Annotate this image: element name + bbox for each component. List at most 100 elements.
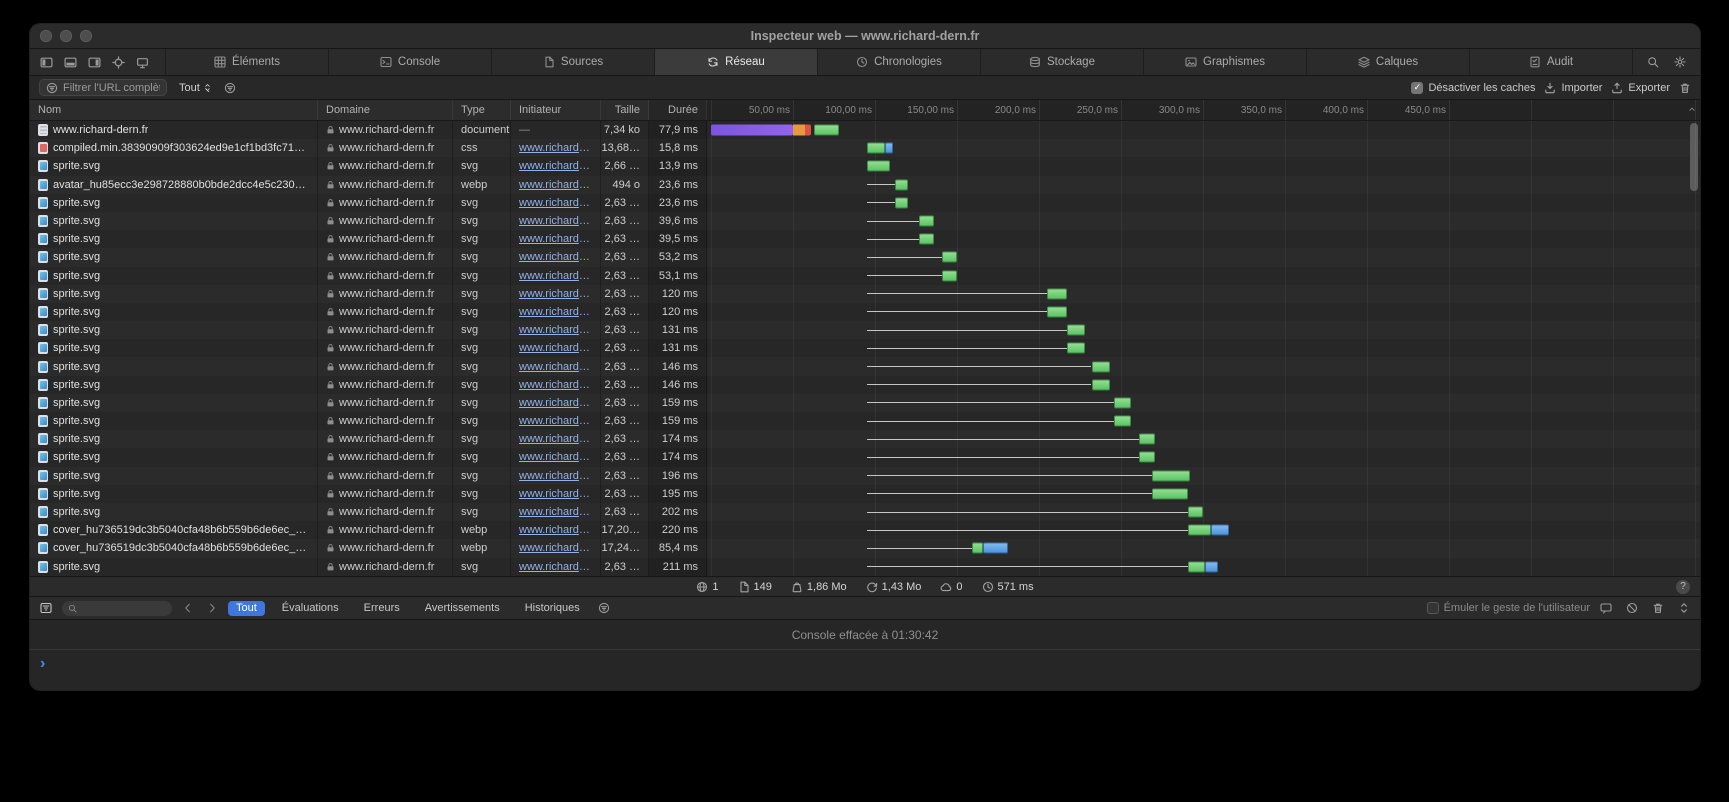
tab-chronologies[interactable]: Chronologies <box>817 49 980 75</box>
initiator-link[interactable]: www.richard-d… <box>519 160 592 172</box>
initiator-link[interactable]: www.richard-d… <box>519 524 592 536</box>
tab-stockage[interactable]: Stockage <box>980 49 1143 75</box>
initiator-link[interactable]: www.richard-d… <box>519 288 592 300</box>
resource-type-popup[interactable]: Tout <box>176 82 215 94</box>
table-row[interactable]: cover_hu736519dc3b5040cfa48b6b559b6de6ec… <box>30 521 1700 539</box>
column-header-taille[interactable]: Taille <box>601 100 649 120</box>
console-panel-button[interactable] <box>1600 602 1612 614</box>
table-row[interactable]: sprite.svgwww.richard-dern.frsvgwww.rich… <box>30 285 1700 303</box>
trash-console-button[interactable] <box>1652 602 1664 614</box>
minimize-button[interactable] <box>60 30 72 42</box>
target-icon[interactable] <box>112 56 125 69</box>
table-row[interactable]: sprite.svgwww.richard-dern.frsvgwww.rich… <box>30 485 1700 503</box>
initiator-link[interactable]: www.richard-d… <box>519 451 592 463</box>
console-back-button[interactable] <box>182 602 194 614</box>
initiator-link[interactable]: www.richard-d… <box>519 270 592 282</box>
initiator-link[interactable]: www.richard-d… <box>519 215 592 227</box>
initiator-link[interactable]: www.richard-d… <box>519 397 592 409</box>
table-row[interactable]: sprite.svgwww.richard-dern.frsvgwww.rich… <box>30 357 1700 375</box>
table-row[interactable]: compiled.min.38390909f303624ed9e1cf1bd3f… <box>30 139 1700 157</box>
table-row[interactable]: sprite.svgwww.richard-dern.frsvgwww.rich… <box>30 430 1700 448</box>
initiator-link[interactable]: www.richard-d… <box>519 361 592 373</box>
table-row[interactable]: sprite.svgwww.richard-dern.frsvgwww.rich… <box>30 394 1700 412</box>
tab-reseau[interactable]: Réseau <box>654 49 817 75</box>
pane-right-icon[interactable] <box>88 56 101 69</box>
url-filter-field[interactable] <box>39 79 167 96</box>
table-row[interactable]: sprite.svgwww.richard-dern.frsvgwww.rich… <box>30 267 1700 285</box>
clear-network-button[interactable] <box>1679 82 1691 94</box>
console-forward-button[interactable] <box>206 602 218 614</box>
column-header-nom[interactable]: Nom <box>30 100 318 120</box>
table-row[interactable]: sprite.svgwww.richard-dern.frsvgwww.rich… <box>30 503 1700 521</box>
column-header-domaine[interactable]: Domaine <box>318 100 453 120</box>
console-search-field[interactable] <box>62 601 172 616</box>
initiator-link[interactable]: www.richard-d… <box>519 342 592 354</box>
chevron-up-icon[interactable] <box>1687 104 1697 114</box>
table-row[interactable]: sprite.svgwww.richard-dern.frsvgwww.rich… <box>30 376 1700 394</box>
console-tab-evaluations[interactable]: Évaluations <box>274 601 347 616</box>
initiator-link[interactable]: www.richard-d… <box>519 324 592 336</box>
zoom-button[interactable] <box>80 30 92 42</box>
console-filter-icon[interactable] <box>40 602 52 614</box>
table-row[interactable]: avatar_hu85ecc3e298728880b0bde2dcc4e5c23… <box>30 176 1700 194</box>
table-row[interactable]: sprite.svgwww.richard-dern.frsvgwww.rich… <box>30 412 1700 430</box>
table-row[interactable]: cover_hu736519dc3b5040cfa48b6b559b6de6ec… <box>30 539 1700 557</box>
console-tab-erreurs[interactable]: Erreurs <box>356 601 408 616</box>
table-row[interactable]: sprite.svgwww.richard-dern.frsvgwww.rich… <box>30 194 1700 212</box>
initiator-link[interactable]: www.richard-d… <box>519 142 592 154</box>
console-tab-avertissements[interactable]: Avertissements <box>417 601 508 616</box>
initiator-link[interactable]: www.richard-d… <box>519 197 592 209</box>
settings-button[interactable] <box>1674 56 1686 68</box>
expand-console-button[interactable] <box>1678 602 1690 614</box>
table-row[interactable]: sprite.svgwww.richard-dern.frsvgwww.rich… <box>30 448 1700 466</box>
tab-sources[interactable]: Sources <box>491 49 654 75</box>
table-row[interactable]: sprite.svgwww.richard-dern.frsvgwww.rich… <box>30 339 1700 357</box>
initiator-link[interactable]: www.richard-d… <box>519 433 592 445</box>
tab-graphismes[interactable]: Graphismes <box>1143 49 1306 75</box>
table-row[interactable]: sprite.svgwww.richard-dern.frsvgwww.rich… <box>30 212 1700 230</box>
column-header-initiateur[interactable]: Initiateur <box>511 100 601 120</box>
console-prompt-row[interactable]: › <box>30 650 1700 690</box>
column-header-duree[interactable]: Durée <box>649 100 707 120</box>
table-row[interactable]: www.richard-dern.frwww.richard-dern.frdo… <box>30 121 1700 139</box>
initiator-link[interactable]: www.richard-d… <box>519 542 592 554</box>
export-button[interactable]: Exporter <box>1611 82 1670 94</box>
device-icon[interactable] <box>136 56 149 69</box>
table-row[interactable]: sprite.svgwww.richard-dern.frsvgwww.rich… <box>30 558 1700 576</box>
table-row[interactable]: sprite.svgwww.richard-dern.frsvgwww.rich… <box>30 467 1700 485</box>
initiator-link[interactable]: www.richard-d… <box>519 251 592 263</box>
emulate-gesture-checkbox[interactable]: Émuler le geste de l'utilisateur <box>1427 602 1590 614</box>
initiator-link[interactable]: www.richard-d… <box>519 470 592 482</box>
help-button[interactable]: ? <box>1676 580 1690 594</box>
table-row[interactable]: sprite.svgwww.richard-dern.frsvgwww.rich… <box>30 321 1700 339</box>
initiator-link[interactable]: www.richard-d… <box>519 488 592 500</box>
table-row[interactable]: sprite.svgwww.richard-dern.frsvgwww.rich… <box>30 303 1700 321</box>
tab-elements[interactable]: Éléments <box>165 49 328 75</box>
tab-console[interactable]: Console <box>328 49 491 75</box>
initiator-link[interactable]: www.richard-d… <box>519 506 592 518</box>
column-header-type[interactable]: Type <box>453 100 511 120</box>
initiator-link[interactable]: www.richard-d… <box>519 179 592 191</box>
console-options-button[interactable] <box>598 602 610 614</box>
url-filter-input[interactable] <box>63 82 160 94</box>
console-search-input[interactable] <box>81 603 166 614</box>
table-row[interactable]: sprite.svgwww.richard-dern.frsvgwww.rich… <box>30 157 1700 175</box>
pane-bottom-icon[interactable] <box>64 56 77 69</box>
close-button[interactable] <box>40 30 52 42</box>
pane-left-icon[interactable] <box>40 56 53 69</box>
search-button[interactable] <box>1647 56 1659 68</box>
disable-caches-checkbox[interactable]: Désactiver les caches <box>1411 82 1535 94</box>
import-button[interactable]: Importer <box>1544 82 1602 94</box>
initiator-link[interactable]: www.richard-d… <box>519 561 592 573</box>
initiator-link[interactable]: www.richard-d… <box>519 415 592 427</box>
table-row[interactable]: sprite.svgwww.richard-dern.frsvgwww.rich… <box>30 230 1700 248</box>
initiator-link[interactable]: www.richard-d… <box>519 233 592 245</box>
initiator-link[interactable]: www.richard-d… <box>519 379 592 391</box>
tab-calques[interactable]: Calques <box>1306 49 1469 75</box>
console-tab-tout[interactable]: Tout <box>228 601 265 616</box>
filter-options-button[interactable] <box>224 82 236 94</box>
tab-audit[interactable]: Audit <box>1469 49 1632 75</box>
console-tab-historiques[interactable]: Historiques <box>517 601 588 616</box>
clear-console-button[interactable] <box>1626 602 1638 614</box>
table-row[interactable]: sprite.svgwww.richard-dern.frsvgwww.rich… <box>30 248 1700 266</box>
